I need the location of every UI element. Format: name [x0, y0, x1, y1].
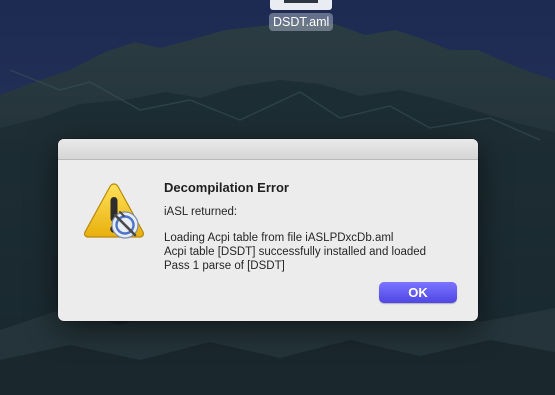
document-icon[interactable]	[270, 0, 332, 10]
dialog-message-line: Acpi table [DSDT] successfully installed…	[164, 246, 427, 258]
decompilation-error-dialog: Decompilation Error iASL returned: Loadi…	[58, 139, 478, 321]
dialog-message-line: Loading Acpi table from file iASLPDxcDb.…	[164, 232, 394, 244]
dialog-titlebar[interactable]	[58, 139, 478, 160]
dialog-title: Decompilation Error	[164, 180, 289, 195]
dialog-message-line: Pass 1 parse of [DSDT]	[164, 260, 285, 272]
ok-button[interactable]: OK	[379, 282, 457, 303]
warning-icon	[83, 183, 145, 239]
desktop-file-label[interactable]: DSDT.aml	[269, 13, 334, 31]
dialog-subtitle: iASL returned:	[164, 206, 238, 218]
